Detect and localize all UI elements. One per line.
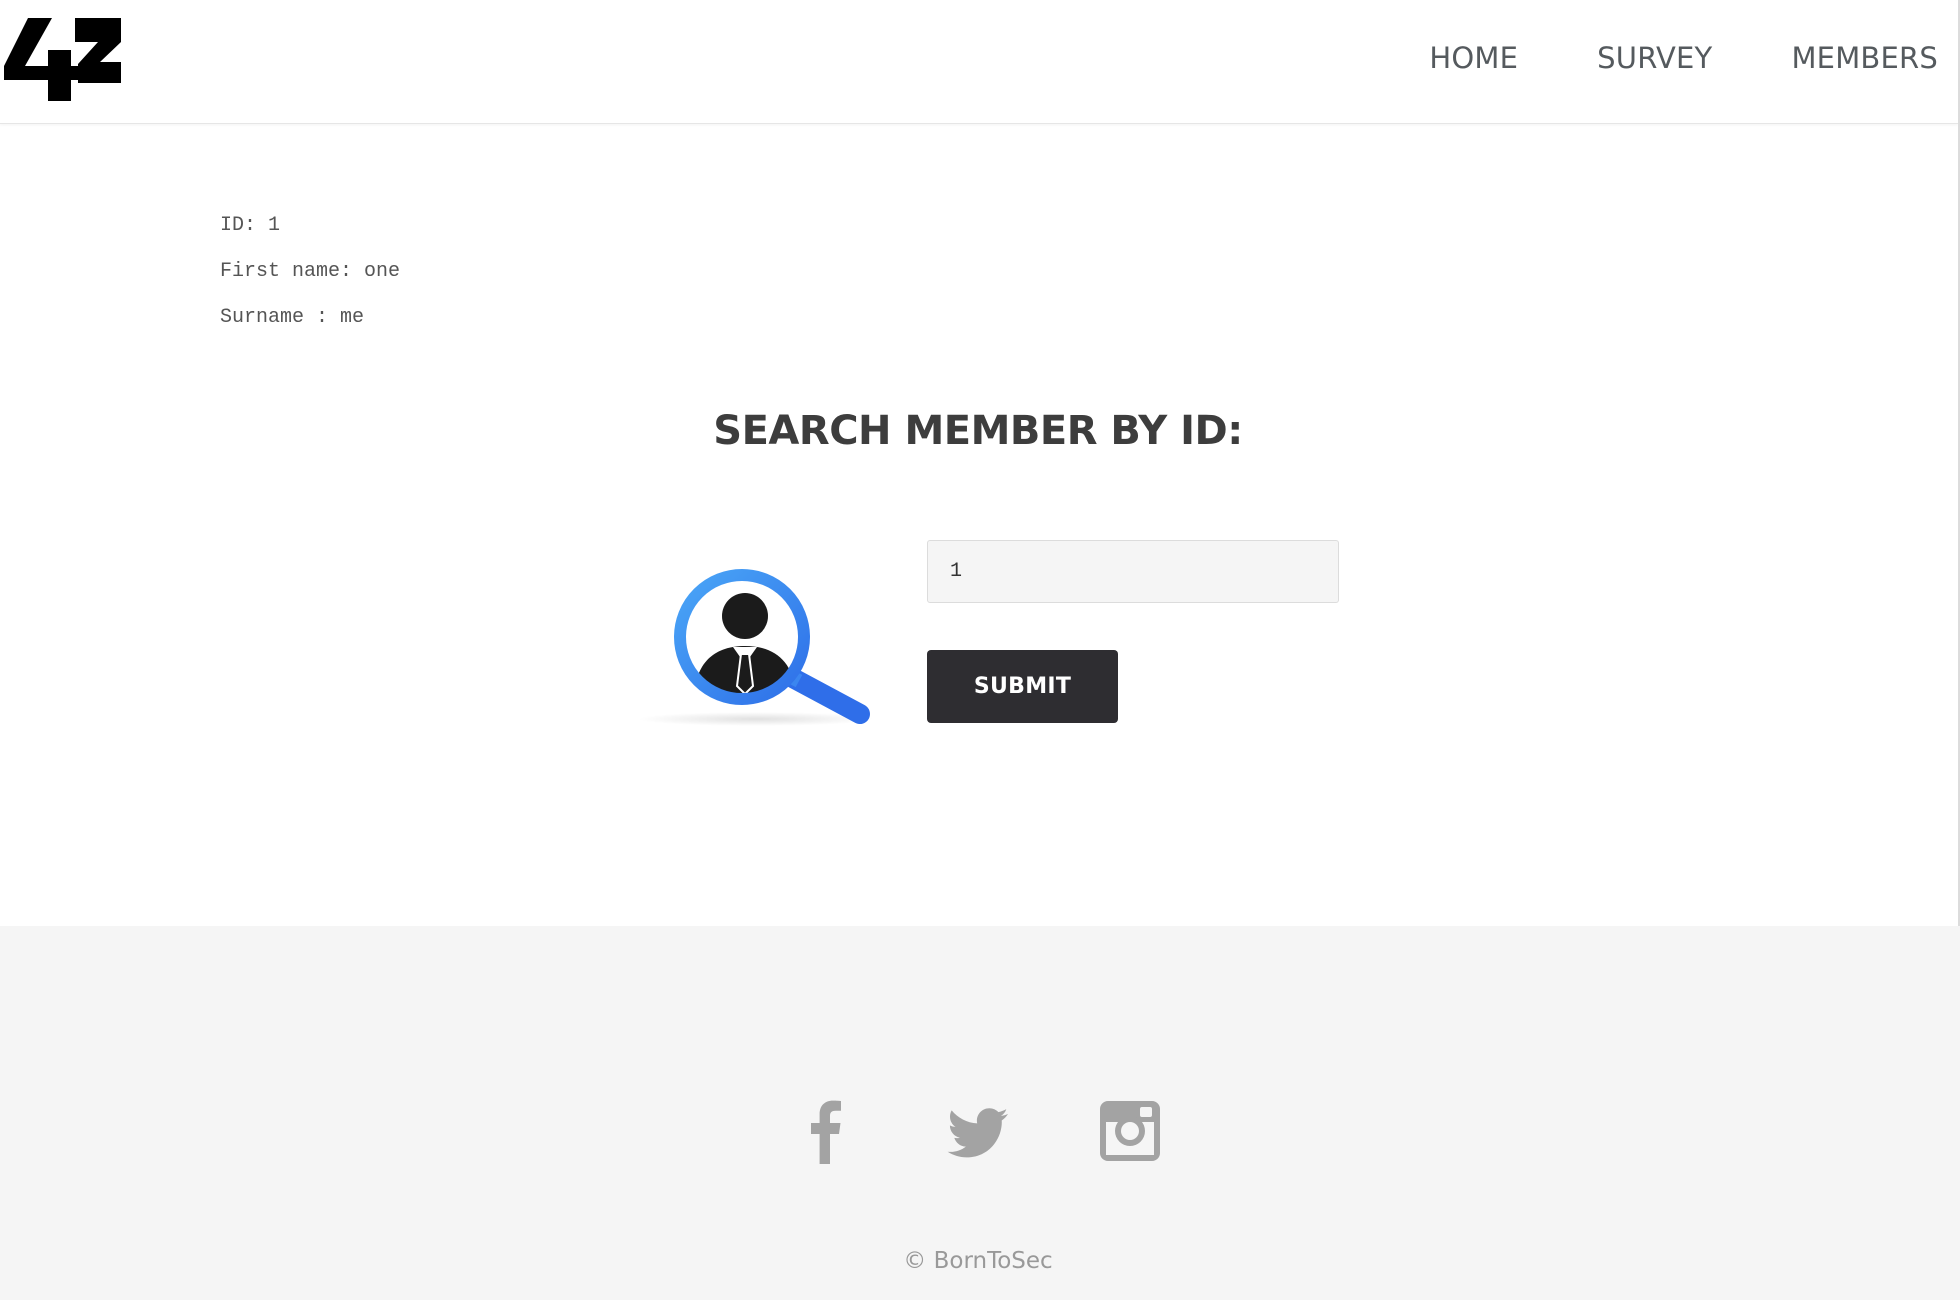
- logo-42[interactable]: [0, 0, 124, 123]
- twitter-link[interactable]: [946, 1098, 1010, 1164]
- instagram-icon: [1100, 1101, 1160, 1161]
- social-links: [0, 1098, 1956, 1164]
- nav-survey-link[interactable]: SURVEY: [1597, 41, 1712, 75]
- member-id-text: ID: 1: [220, 214, 281, 237]
- footer: © BornToSec: [0, 926, 1960, 1300]
- twitter-icon: [947, 1108, 1008, 1158]
- instagram-link[interactable]: [1098, 1098, 1162, 1164]
- search-title: SEARCH MEMBER BY ID:: [713, 408, 1243, 454]
- main-nav: HOME SURVEY MEMBERS: [1350, 38, 1938, 78]
- copyright-text: © BornToSec: [903, 1248, 1053, 1274]
- facebook-link[interactable]: [794, 1098, 858, 1164]
- top-navbar: HOME SURVEY MEMBERS: [0, 0, 1958, 124]
- member-result: ID: 1 First name: one Surname : me: [220, 215, 400, 353]
- nav-home-link[interactable]: HOME: [1429, 41, 1518, 75]
- page: HOME SURVEY MEMBERS ID: 1 First name: on…: [0, 0, 1960, 1300]
- facebook-icon: [811, 1100, 841, 1164]
- submit-button[interactable]: SUBMIT: [927, 650, 1118, 723]
- member-id-input[interactable]: [927, 540, 1339, 603]
- nav-members-link[interactable]: MEMBERS: [1791, 41, 1938, 75]
- magnifier-person-icon: [638, 569, 874, 726]
- member-first-name-text: First name: one: [220, 260, 401, 283]
- member-surname-text: Surname : me: [220, 306, 365, 329]
- logo-42-icon: [4, 18, 121, 101]
- member-search-illustration: [636, 556, 886, 736]
